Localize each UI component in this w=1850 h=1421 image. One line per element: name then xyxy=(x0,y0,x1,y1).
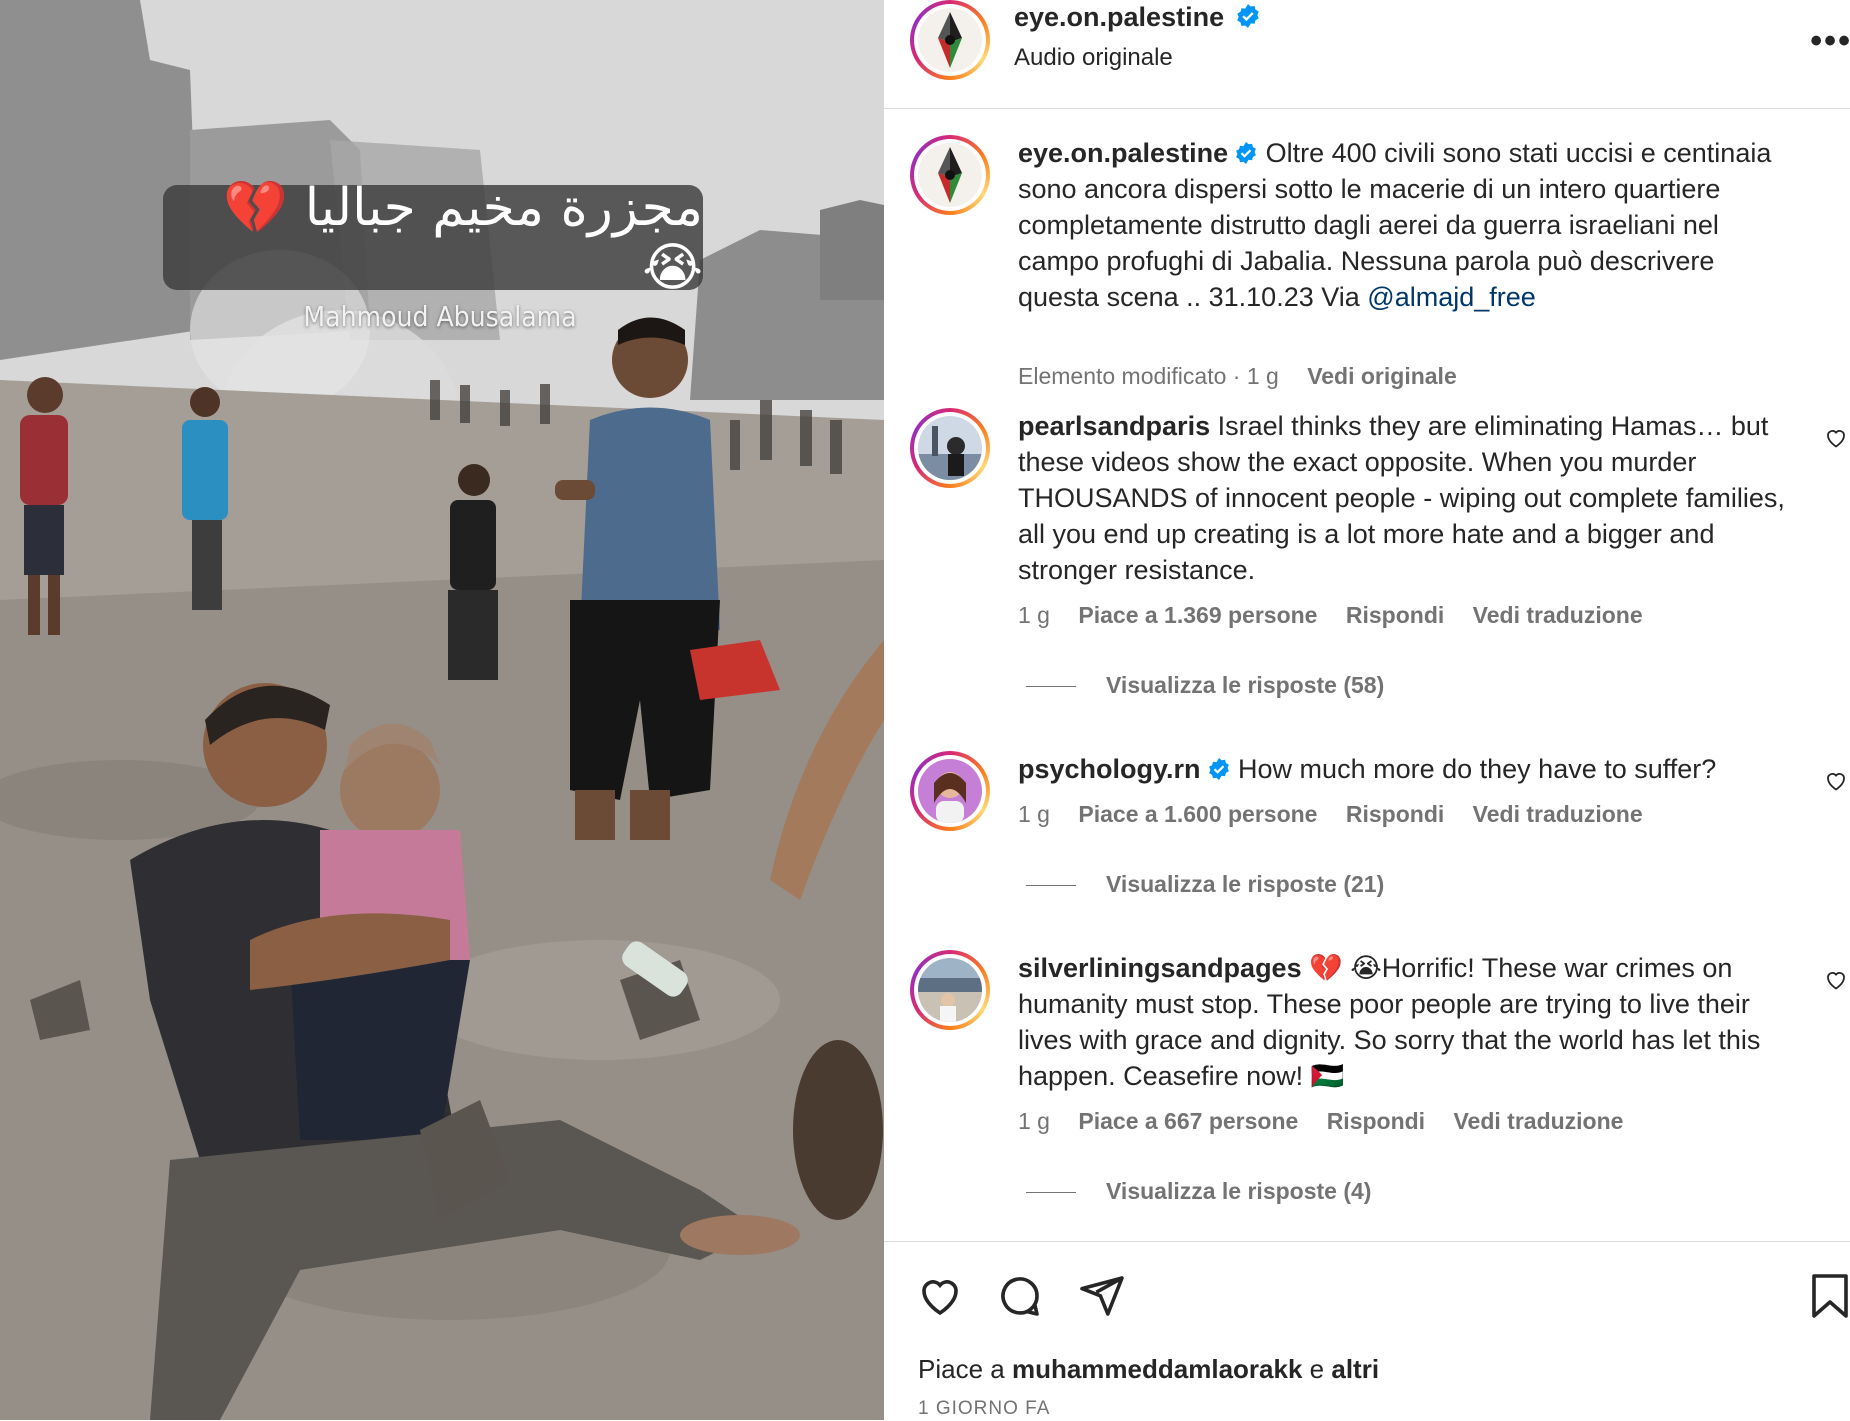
post-header: eye.on.palestine Audio originale ••• xyxy=(884,0,1850,109)
comment-likes-count[interactable]: Piace a 1.369 persone xyxy=(1078,602,1317,628)
comment-likes-count[interactable]: Piace a 1.600 persone xyxy=(1078,801,1317,827)
video-overlay-caption: مجزرة مخيم جباليا 💔😭 xyxy=(163,178,703,298)
verified-badge-icon xyxy=(1236,142,1256,164)
comment-meta: 1 g Piace a 1.369 persone Rispondi Vedi … xyxy=(1018,602,1665,629)
comment-time: 1 g xyxy=(1018,801,1050,827)
commenter-avatar-image xyxy=(918,958,982,1022)
replies-divider xyxy=(1026,686,1076,688)
commenter-avatar[interactable] xyxy=(910,751,990,831)
comment-username[interactable]: silverliningsandpages xyxy=(1018,953,1302,983)
caption-username[interactable]: eye.on.palestine xyxy=(1018,138,1228,168)
comment-meta: 1 g Piace a 1.600 persone Rispondi Vedi … xyxy=(1018,801,1665,828)
comment-username[interactable]: psychology.rn xyxy=(1018,754,1201,784)
caption-author-avatar[interactable] xyxy=(910,135,990,215)
comment-body: silverliningsandpages 💔 😭Horrific! These… xyxy=(1018,950,1798,1094)
author-avatar-image xyxy=(918,8,982,72)
commenter-avatar-image xyxy=(918,759,982,823)
commenter-avatar[interactable] xyxy=(910,950,990,1030)
header-username[interactable]: eye.on.palestine xyxy=(1014,2,1224,32)
edited-label: Elemento modificato · 1 g xyxy=(1018,363,1279,389)
reply-button[interactable]: Rispondi xyxy=(1346,602,1444,628)
commenter-avatar-image xyxy=(918,416,982,480)
heart-icon[interactable] xyxy=(916,1272,964,1320)
likes-others[interactable]: altri xyxy=(1331,1354,1379,1384)
see-translation-button[interactable]: Vedi traduzione xyxy=(1453,1108,1623,1134)
reply-button[interactable]: Rispondi xyxy=(1327,1108,1425,1134)
comment-username[interactable]: pearlsandparis xyxy=(1018,411,1210,441)
comment-text: How much more do they have to suffer? xyxy=(1238,754,1717,784)
view-replies-label: Visualizza le risposte (21) xyxy=(1106,871,1385,897)
replies-divider xyxy=(1026,885,1076,887)
caption-meta: Elemento modificato · 1 g Vedi originale xyxy=(1018,363,1479,390)
video-credit: Mahmoud Abusalama xyxy=(303,300,577,333)
comment-body: psychology.rn How much more do they have… xyxy=(1018,751,1798,787)
commenter-avatar[interactable] xyxy=(910,408,990,488)
bookmark-icon[interactable] xyxy=(1808,1272,1850,1320)
post-date: 1 GIORNO FA xyxy=(918,1398,1051,1419)
heart-icon[interactable] xyxy=(1824,968,1848,992)
verified-badge-icon xyxy=(1208,758,1229,780)
post-actions: Piace a muhammeddamlaorakk e altri 1 GIO… xyxy=(884,1241,1850,1421)
share-icon[interactable] xyxy=(1078,1272,1126,1320)
more-horizontal-icon[interactable]: ••• xyxy=(1810,22,1850,61)
comment-time: 1 g xyxy=(1018,1108,1050,1134)
likes-user[interactable]: muhammeddamlaorakk xyxy=(1012,1354,1302,1384)
see-translation-button[interactable]: Vedi traduzione xyxy=(1473,602,1643,628)
likes-prefix: Piace a xyxy=(918,1354,1005,1384)
comment-icon[interactable] xyxy=(996,1272,1044,1320)
see-original-button[interactable]: Vedi originale xyxy=(1307,363,1457,389)
reply-button[interactable]: Rispondi xyxy=(1346,801,1444,827)
caption-mention-link[interactable]: @almajd_free xyxy=(1367,282,1536,312)
view-replies-label: Visualizza le risposte (4) xyxy=(1106,1178,1372,1204)
post-caption: eye.on.palestine Oltre 400 civili sono s… xyxy=(1018,135,1798,315)
view-replies-button[interactable]: Visualizza le risposte (4) xyxy=(1026,1178,1371,1205)
heart-icon[interactable] xyxy=(1824,426,1848,450)
likes-summary[interactable]: Piace a muhammeddamlaorakk e altri xyxy=(918,1354,1379,1385)
see-translation-button[interactable]: Vedi traduzione xyxy=(1473,801,1643,827)
author-avatar[interactable] xyxy=(910,0,990,80)
caption-author-avatar-image xyxy=(918,143,982,207)
comment-meta: 1 g Piace a 667 persone Rispondi Vedi tr… xyxy=(1018,1108,1645,1135)
verified-badge-icon xyxy=(1236,4,1259,28)
heart-icon[interactable] xyxy=(1824,769,1848,793)
comment-body: pearlsandparis Israel thinks they are el… xyxy=(1018,408,1798,588)
post-sidebar: eye.on.palestine Audio originale ••• eye… xyxy=(884,0,1850,1420)
replies-divider xyxy=(1026,1192,1076,1194)
comments-list[interactable]: eye.on.palestine Oltre 400 civili sono s… xyxy=(884,109,1850,1241)
view-replies-button[interactable]: Visualizza le risposte (21) xyxy=(1026,871,1384,898)
view-replies-button[interactable]: Visualizza le risposte (58) xyxy=(1026,672,1384,699)
reel-video[interactable]: مجزرة مخيم جباليا 💔😭 Mahmoud Abusalama xyxy=(0,0,884,1420)
audio-label[interactable]: Audio originale xyxy=(1014,44,1173,72)
comment-likes-count[interactable]: Piace a 667 persone xyxy=(1078,1108,1298,1134)
likes-and: e xyxy=(1309,1354,1325,1384)
view-replies-label: Visualizza le risposte (58) xyxy=(1106,672,1385,698)
comment-time: 1 g xyxy=(1018,602,1050,628)
